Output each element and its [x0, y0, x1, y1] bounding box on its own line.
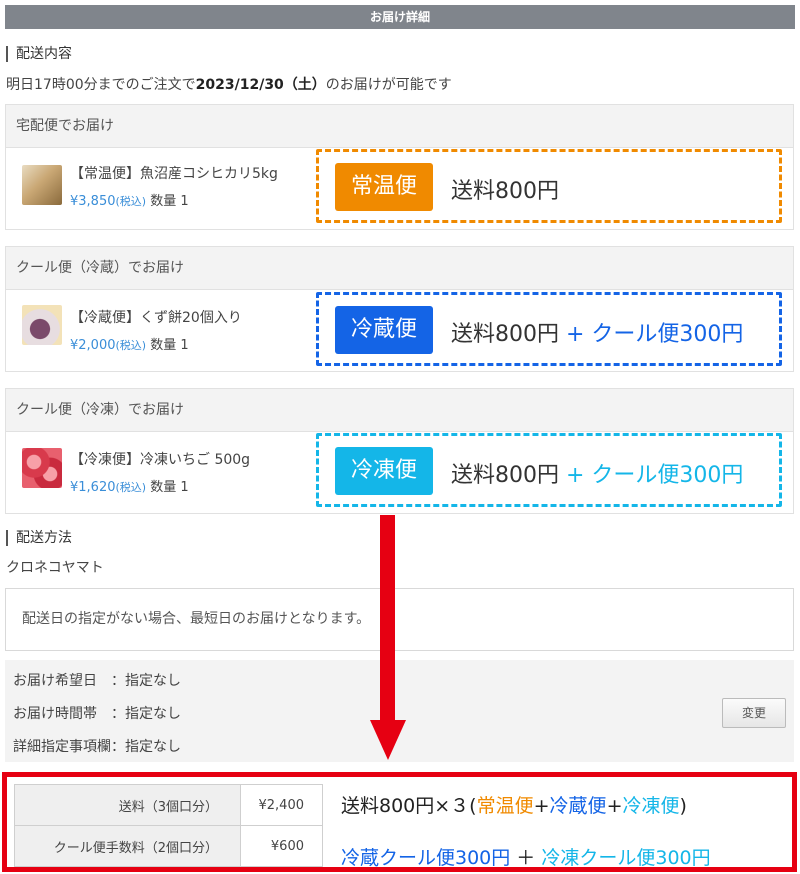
product-quantity: 数量 1: [150, 480, 189, 495]
tax-note: (税込): [115, 339, 147, 352]
notice-text-tail: のお届けが可能です: [325, 77, 452, 93]
red-arrow-head: [370, 720, 406, 760]
cool-fee-explanation: 冷蔵クール便300円 ＋ 冷凍クール便300円: [341, 843, 711, 870]
tax-note: (税込): [115, 195, 147, 208]
fee-amount: ¥600: [240, 825, 323, 867]
product-name[interactable]: 【冷凍便】冷凍いちご 500g: [70, 449, 250, 469]
carrier-name: クロネコヤマト: [6, 560, 104, 576]
fee-text: 送料800円 + クール便300円: [451, 457, 743, 489]
expl-frozen: 冷凍便: [622, 795, 680, 817]
chilled-fee-callout: 冷蔵便 送料800円 + クール便300円: [316, 292, 782, 366]
expl-plus: +: [533, 795, 550, 817]
product-name[interactable]: 【常温便】魚沼産コシヒカリ5kg: [70, 163, 278, 183]
base-fee: 送料800円: [451, 463, 559, 488]
expl-suffix: ): [679, 795, 687, 817]
ambient-badge: 常温便: [335, 163, 433, 211]
base-fee: 送料800円: [451, 322, 559, 347]
kuzumochi-product-image: [22, 305, 62, 345]
expl-prefix: 送料800円×３(: [341, 795, 477, 817]
product-name[interactable]: 【冷蔵便】くず餅20個入り: [70, 307, 242, 327]
shipping-summary-highlight: 送料（3個口分） ¥2,400 クール便手数料（2個口分） ¥600 送料800…: [2, 772, 797, 872]
fee-amount: ¥2,400: [240, 784, 323, 826]
frozen-fee-callout: 冷凍便 送料800円 + クール便300円: [316, 433, 782, 507]
table-row: クール便手数料（2個口分） ¥600: [14, 825, 323, 867]
desired-date-row: お届け希望日 ：指定なし: [13, 673, 181, 689]
chilled-badge: 冷蔵便: [335, 306, 433, 354]
product-meta: ¥3,850(税込) 数量 1: [70, 190, 189, 209]
table-row: 送料（3個口分） ¥2,400: [14, 784, 323, 826]
strawberry-product-image: [22, 448, 62, 488]
rice-product-image: [22, 165, 62, 205]
red-arrow-shaft: [380, 515, 395, 722]
expl-frozen-cool: 冷凍クール便300円: [541, 847, 711, 869]
product-price: ¥2,000: [70, 338, 116, 353]
product-price: ¥1,620: [70, 480, 116, 495]
fee-label: 送料（3個口分）: [14, 784, 241, 826]
fee-text: 送料800円: [451, 173, 559, 205]
group-heading: 宅配便でお届け: [16, 118, 114, 134]
base-fee-explanation: 送料800円×３(常温便+冷蔵便+冷凍便): [341, 791, 687, 818]
fee-label: クール便手数料（2個口分）: [14, 825, 241, 867]
product-quantity: 数量 1: [150, 338, 189, 353]
expl-ambient: 常温便: [476, 795, 534, 817]
change-button[interactable]: 変更: [722, 698, 786, 728]
special-instructions-row: 詳細指定事項欄：指定なし: [13, 739, 181, 755]
group-heading: クール便（冷凍）でお届け: [16, 402, 184, 418]
detail-header: お届け詳細: [5, 5, 795, 29]
shipping-fee-table: 送料（3個口分） ¥2,400 クール便手数料（2個口分） ¥600: [14, 784, 323, 867]
frozen-badge: 冷凍便: [335, 447, 433, 495]
group-heading: クール便（冷蔵）でお届け: [16, 260, 184, 276]
expl-plus: ＋: [510, 847, 542, 869]
product-meta: ¥1,620(税込) 数量 1: [70, 476, 189, 495]
product-meta: ¥2,000(税込) 数量 1: [70, 334, 189, 353]
product-quantity: 数量 1: [150, 194, 189, 209]
expl-plus: +: [606, 795, 623, 817]
delivery-content-title: 配送内容: [6, 46, 72, 62]
notice-text: 明日17時00分までのご注文で: [6, 77, 196, 93]
delivery-notice: 明日17時00分までのご注文で2023/12/30（土）のお届けが可能です: [6, 74, 452, 94]
product-price: ¥3,850: [70, 194, 116, 209]
base-fee: 送料800円: [451, 179, 559, 204]
expl-chilled: 冷蔵便: [549, 795, 607, 817]
delivery-method-title: 配送方法: [6, 530, 72, 546]
ambient-fee-callout: 常温便 送料800円: [316, 149, 782, 223]
tax-note: (税込): [115, 481, 147, 494]
notice-date: 2023/12/30（土）: [195, 77, 326, 93]
cool-fee: + クール便300円: [559, 463, 744, 488]
expl-chilled-cool: 冷蔵クール便300円: [341, 847, 511, 869]
delivery-info-box: 配送日の指定がない場合、最短日のお届けとなります。: [5, 588, 794, 651]
fee-text: 送料800円 + クール便300円: [451, 316, 743, 348]
time-slot-row: お届け時間帯 ：指定なし: [13, 706, 181, 722]
cool-fee: + クール便300円: [559, 322, 744, 347]
